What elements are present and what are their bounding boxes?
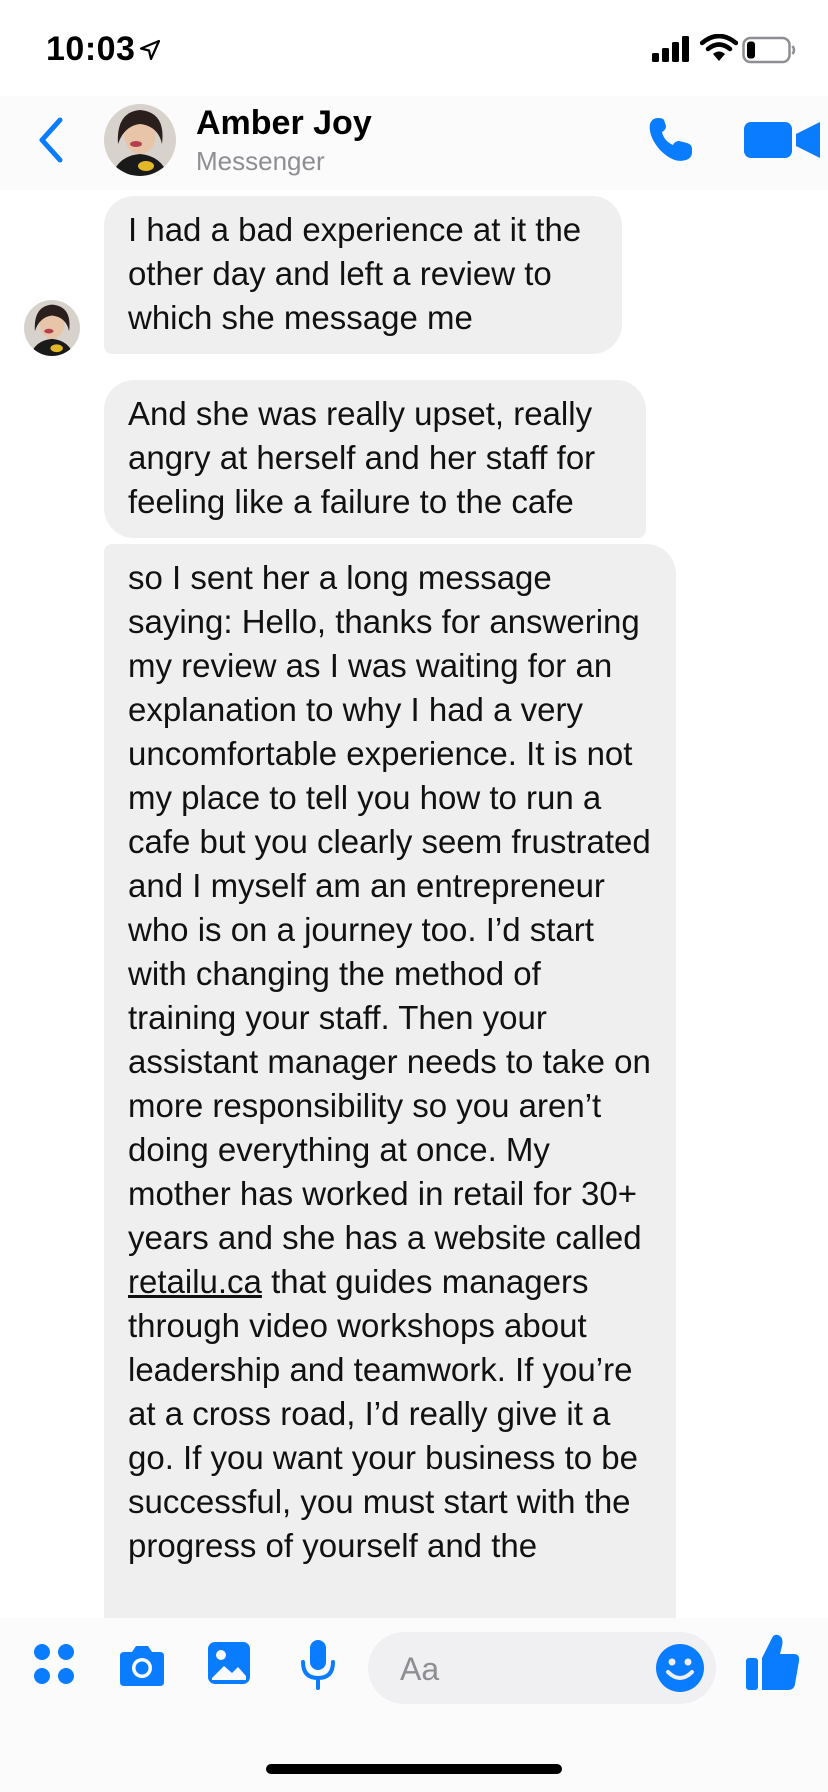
home-indicator[interactable]: [266, 1764, 562, 1774]
message-list[interactable]: I had a bad experience at it the other d…: [0, 190, 828, 1618]
message-text: so I sent her a long message saying: Hel…: [128, 559, 651, 1256]
message-input[interactable]: [398, 1632, 632, 1706]
apps-icon[interactable]: [32, 1642, 76, 1686]
message-link[interactable]: retailu.ca: [128, 1263, 262, 1300]
wifi-icon: [700, 34, 738, 61]
microphone-icon[interactable]: [298, 1638, 338, 1692]
contact-name: Amber Joy: [196, 104, 372, 142]
signal-icon: [652, 36, 689, 62]
status-time: 10:03: [46, 30, 136, 68]
message-bubble[interactable]: I had a bad experience at it the other d…: [104, 196, 622, 354]
camera-icon[interactable]: [116, 1644, 168, 1688]
back-icon[interactable]: [34, 116, 68, 164]
message-input-container[interactable]: [368, 1632, 716, 1706]
message-text: that guides managers through video works…: [128, 1263, 638, 1564]
message-text: I had a bad experience at it the other d…: [128, 211, 582, 336]
thumbs-up-icon[interactable]: [744, 1632, 802, 1694]
message-bubble[interactable]: so I sent her a long message saying: Hel…: [104, 544, 676, 1618]
message-bubble[interactable]: And she was really upset, really angry a…: [104, 380, 646, 538]
photo-icon[interactable]: [206, 1640, 252, 1686]
message-text: And she was really upset, really angry a…: [128, 395, 596, 520]
sender-avatar[interactable]: [24, 300, 80, 356]
status-bar: 10:03: [0, 0, 828, 96]
video-call-icon[interactable]: [740, 116, 828, 164]
call-icon[interactable]: [644, 114, 696, 166]
battery-icon: [742, 36, 796, 64]
emoji-icon[interactable]: [654, 1642, 706, 1694]
avatar[interactable]: [104, 104, 176, 176]
conversation-header: Amber Joy Messenger: [0, 96, 828, 190]
avatar-image: [104, 104, 176, 176]
location-arrow-icon: [139, 39, 161, 61]
sender-avatar-image: [24, 300, 80, 356]
contact-subtitle: Messenger: [196, 146, 325, 176]
